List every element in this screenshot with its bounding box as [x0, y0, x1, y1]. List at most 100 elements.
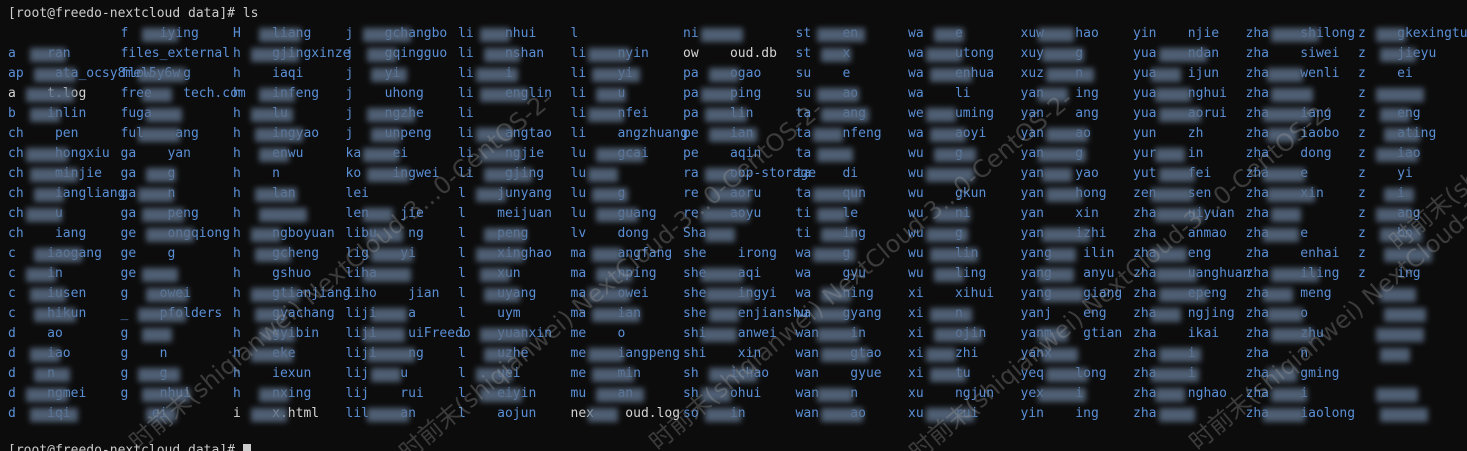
directory-entry: wa utong	[908, 46, 995, 61]
directory-entry: fuga	[120, 106, 152, 121]
directory-entry: xuy g	[1020, 46, 1084, 61]
directory-entry: z gkexingtu	[1358, 26, 1467, 41]
directory-entry: wa enhua	[908, 66, 995, 81]
directory-entry: h enwu	[233, 146, 304, 161]
directory-entry: zha dong	[1245, 146, 1332, 161]
directory-entry: wan ao	[795, 406, 866, 421]
directory-entry: yan izhi	[1020, 226, 1107, 241]
directory-entry: li	[458, 106, 474, 121]
directory-entry: z	[1358, 86, 1366, 101]
directory-entry: j uhong	[345, 86, 424, 101]
directory-entry: zha zhu	[1245, 326, 1324, 341]
directory-entry: wa gyang	[795, 306, 882, 321]
directory-entry: wan in	[795, 326, 866, 341]
directory-entry: wa aoyi	[908, 126, 987, 141]
directory-entry: d iqi	[8, 406, 71, 421]
directory-entry: c hikun	[8, 306, 87, 321]
directory-entry: yang giang	[1020, 286, 1123, 301]
directory-entry: zha gming	[1245, 366, 1340, 381]
directory-entry: so in	[683, 406, 746, 421]
terminal-window[interactable]: [root@freedo-nextcloud data]# ls a ran ap…	[0, 0, 1467, 451]
directory-entry: zha anmao	[1133, 226, 1227, 241]
directory-entry: zha xin	[1245, 186, 1324, 201]
directory-entry: pa lin	[683, 106, 754, 121]
directory-entry: pa ping	[683, 86, 762, 101]
directory-entry: yang anyu	[1020, 266, 1115, 281]
directory-entry: len jie	[345, 206, 424, 221]
directory-entry: h n	[233, 166, 280, 181]
directory-entry: l eiyin	[458, 386, 537, 401]
directory-entry: h gcheng	[233, 246, 320, 261]
directory-entry: li nhui	[458, 26, 537, 41]
directory-entry: ga n	[120, 186, 176, 201]
directory-entry: z bo	[1358, 226, 1413, 241]
directory-entry: yanx	[1020, 346, 1052, 361]
directory-entry: ko ingwei	[345, 166, 440, 181]
directory-entry: h gyibin	[233, 326, 320, 341]
directory-entry: h lan	[233, 186, 296, 201]
ls-output: a ran ap ata_ocsy8mel5y6w a t.log b inlin ch…	[8, 24, 1467, 424]
directory-entry: zha o	[1245, 306, 1309, 321]
current-prompt[interactable]: [root@freedo-nextcloud data]#	[8, 441, 251, 451]
directory-entry: files_external	[120, 46, 231, 61]
directory-entry: liho jian	[345, 286, 440, 301]
directory-entry: d ngmei	[8, 386, 87, 401]
directory-entry: h iaqi	[233, 66, 304, 81]
directory-entry: c in	[8, 266, 63, 281]
directory-entry: wa gyu	[795, 266, 866, 281]
directory-entry: ga g	[120, 166, 176, 181]
directory-entry: h	[233, 206, 241, 221]
directory-entry: yin ing	[1020, 406, 1099, 421]
directory-entry: ei	[120, 406, 168, 421]
directory-entry: ch hongxiu	[8, 146, 110, 161]
directory-entry: ta nfeng	[795, 126, 882, 141]
directory-entry: yan yao	[1020, 166, 1099, 181]
directory-entry: liha	[345, 266, 377, 281]
directory-entry: li angtao	[458, 126, 552, 141]
directory-entry: l uyang	[458, 286, 537, 301]
prompt-text: [root@freedo-nextcloud data]#	[8, 443, 243, 451]
directory-entry: zha siwei	[1245, 46, 1340, 61]
directory-entry: wan gtao	[795, 346, 882, 361]
directory-entry: l uei	[458, 366, 521, 381]
directory-entry: l meijuan	[458, 206, 552, 221]
directory-entry: liji ng	[345, 346, 424, 361]
directory-entry: li i	[458, 66, 513, 81]
empty-cell	[1358, 364, 1467, 384]
file-entry: i x.html	[233, 406, 320, 421]
directory-entry: j ngzhe	[345, 106, 424, 121]
directory-entry: zha n	[1245, 346, 1309, 361]
empty-cell	[1358, 344, 1467, 364]
directory-entry: li englin	[458, 86, 552, 101]
directory-entry: st en	[795, 26, 859, 41]
directory-entry: h gtianjiang	[233, 286, 351, 301]
directory-entry: h gjingxinze	[233, 46, 351, 61]
directory-entry: liji uiFreedo	[345, 326, 471, 341]
directory-entry: wa li	[908, 86, 971, 101]
directory-entry: wu g	[908, 146, 963, 161]
directory-entry: mu an	[570, 386, 634, 401]
directory-entry: l peng	[458, 226, 529, 241]
directory-entry: l uzhe	[458, 346, 529, 361]
directory-entry: c iusen	[8, 286, 87, 301]
directory-entry: wa ning	[795, 286, 874, 301]
directory-entry: yut fei	[1133, 166, 1212, 181]
directory-entry: ch u	[8, 206, 63, 221]
directory-entry: yex i	[1020, 386, 1084, 401]
directory-entry: shi xin	[683, 346, 762, 361]
directory-entry: su ao	[795, 86, 859, 101]
directory-entry: ma nping	[570, 266, 657, 281]
directory-entry: g nhui	[120, 386, 191, 401]
directory-entry: zha i	[1133, 366, 1196, 381]
directory-entry: z i	[1358, 186, 1405, 201]
directory-entry: ta ang	[795, 106, 866, 121]
directory-entry: _ pfolders	[120, 306, 223, 321]
directory-entry: z ei	[1358, 66, 1413, 81]
directory-entry: xi xihui	[908, 286, 995, 301]
directory-entry: zha ngjing	[1133, 306, 1235, 321]
command-prompt: [root@freedo-nextcloud data]# ls	[8, 6, 259, 21]
directory-entry: wan n	[795, 386, 859, 401]
text-cursor	[242, 443, 251, 451]
directory-entry: xuw hao	[1020, 26, 1099, 41]
directory-entry: yanj eng	[1020, 306, 1107, 321]
